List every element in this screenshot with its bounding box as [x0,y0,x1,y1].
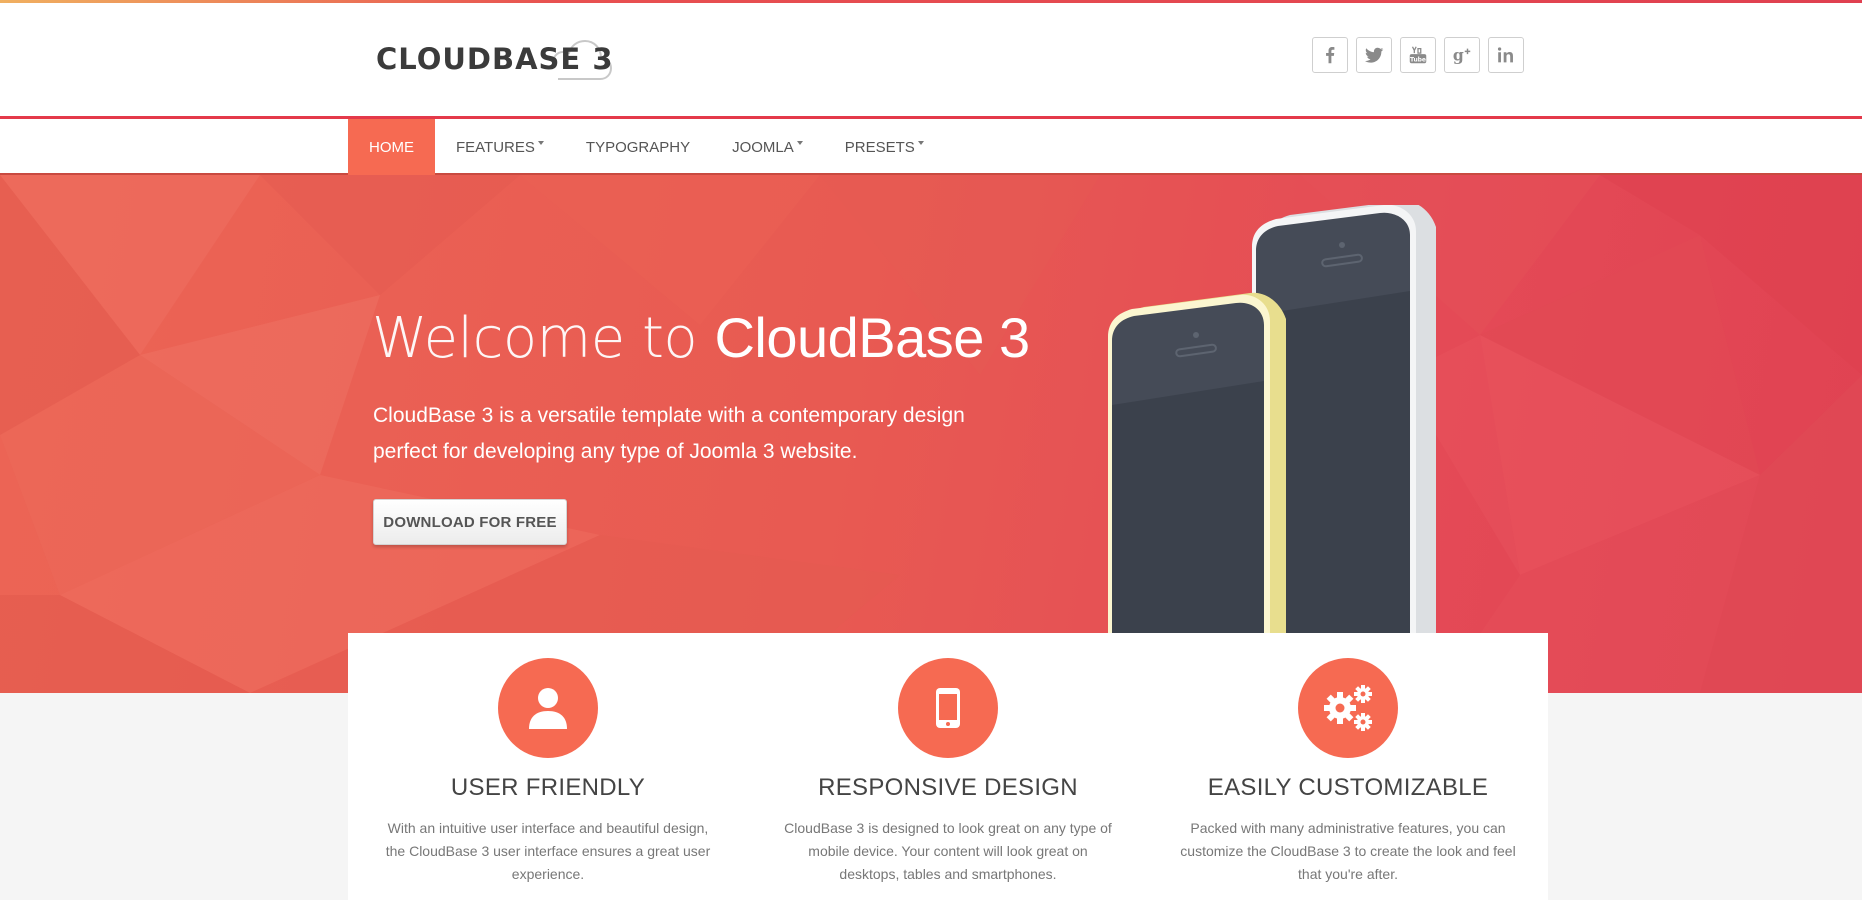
svg-text:Tube: Tube [1410,56,1426,63]
social-links: Tube g [1312,37,1524,73]
main-navigation: HOME FEATURES TYPOGRAPHY JOOMLA PRESETS [0,119,1862,175]
nav-item-features[interactable]: FEATURES [435,119,565,175]
google-plus-icon[interactable]: g [1444,37,1480,73]
smartphones-illustration [1108,205,1436,693]
youtube-icon[interactable]: Tube [1400,37,1436,73]
gears-icon [1298,658,1398,758]
feature-title: RESPONSIVE DESIGN [818,774,1078,801]
caret-down-icon [917,141,924,145]
nav-item-home[interactable]: HOME [348,119,435,175]
nav-item-presets[interactable]: PRESETS [824,119,945,175]
nav-item-joomla[interactable]: JOOMLA [711,119,824,175]
feature-title: USER FRIENDLY [450,774,646,801]
feature-description: CloudBase 3 is designed to look great on… [784,820,1112,882]
logo-text: CLOUDBASE 3 [376,42,614,76]
caret-down-icon [537,141,544,145]
hero-banner: Welcome to CloudBase 3 CloudBase 3 is a … [0,175,1862,693]
feature-description: With an intuitive user interface and bea… [385,820,711,882]
linkedin-icon[interactable] [1488,37,1524,73]
smartphone-icon [898,658,998,758]
download-for-free-button[interactable]: DOWNLOAD FOR FREE [373,499,567,545]
twitter-icon[interactable] [1356,37,1392,73]
feature-title: EASILY CUSTOMIZABLE [1207,774,1489,801]
caret-down-icon [796,141,803,145]
hero-subtitle: CloudBase 3 is a versatile template with… [373,404,965,463]
site-logo[interactable]: CLOUDBASE 3 [376,35,614,83]
facebook-icon[interactable] [1312,37,1348,73]
site-header: CLOUDBASE 3 Tube g [0,3,1862,117]
svg-text:g: g [1453,46,1464,65]
hero-title: Welcome to CloudBase 3 [372,306,1030,371]
user-icon [498,658,598,758]
features-panel: USER FRIENDLY With an intuitive user int… [348,633,1548,900]
feature-description: Packed with many administrative features… [1180,820,1516,882]
nav-item-typography[interactable]: TYPOGRAPHY [565,119,711,175]
